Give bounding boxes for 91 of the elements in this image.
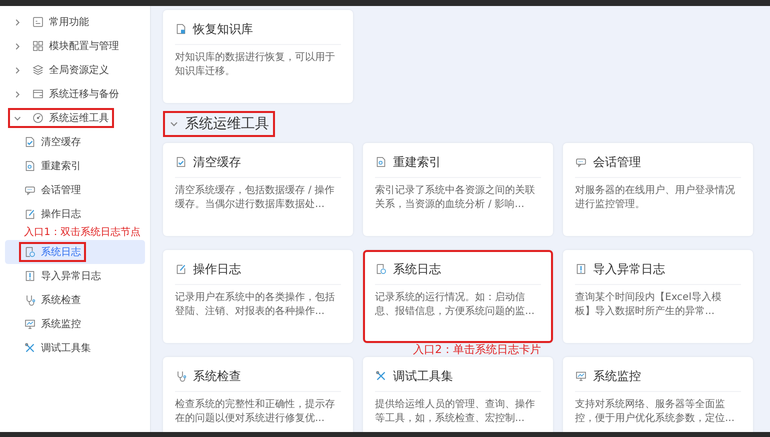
card-title: 系统日志 — [393, 260, 441, 278]
tool-card[interactable]: 系统监控 支持对系统网络、服务器等全面监控，便于用户优化系统参数，定位... — [563, 357, 753, 432]
tool-card[interactable]: 清空缓存 清空系统缓存，包括数据缓存 / 操作缓存。当偶尔进行数据库数据处... — [163, 143, 353, 236]
card-title: 操作日志 — [193, 260, 241, 278]
document-clock-icon — [375, 263, 387, 275]
card-title: 导入异常日志 — [593, 260, 665, 278]
item-label: 操作日志 — [41, 208, 81, 221]
sidebar-item[interactable]: 系统迁移与备份 — [5, 82, 145, 106]
sidebar-item[interactable]: 重建索引 — [5, 154, 145, 178]
card-title: 调试工具集 — [393, 368, 453, 384]
edit-icon — [24, 208, 36, 220]
tools-icon — [24, 342, 36, 354]
item-label: 系统运维工具 — [49, 112, 109, 125]
item-label: 常用功能 — [49, 16, 89, 29]
card-description: 清空系统缓存，包括数据缓存 / 操作缓存。当偶尔进行数据库数据处... — [175, 184, 336, 212]
section-header[interactable]: 系统运维工具 — [163, 111, 275, 137]
item-label: 调试工具集 — [41, 342, 91, 355]
sidebar-item[interactable]: 模块配置与管理 — [5, 34, 145, 58]
sidebar-item[interactable]: 导入异常日志 — [5, 264, 145, 288]
tool-card[interactable]: 系统检查 检查系统的完整性和正确性，提示存在的问题以便对系统进行修复优... — [163, 357, 353, 432]
sidebar-item[interactable]: 调试工具集 — [5, 336, 145, 360]
item-label: 清空缓存 — [41, 136, 81, 149]
sidebar-item[interactable]: 常用功能 — [5, 10, 145, 34]
card-title: 重建索引 — [393, 154, 441, 170]
monitor-icon — [575, 370, 587, 382]
sidebar-item[interactable]: 系统监控 — [5, 312, 145, 336]
sidebar-item[interactable]: 清空缓存 — [5, 130, 145, 154]
chevron-icon[interactable] — [169, 119, 179, 129]
window-icon — [32, 88, 44, 100]
card-title: 系统检查 — [193, 368, 241, 384]
stethoscope-icon — [24, 294, 36, 306]
sidebar-item[interactable]: 操作日志 — [5, 202, 145, 226]
item-label: 重建索引 — [41, 160, 81, 173]
document-clock-icon — [24, 246, 36, 258]
sidebar-item[interactable]: 系统日志 — [5, 240, 145, 264]
grid-icon — [32, 40, 44, 52]
tool-card[interactable]: 调试工具集 提供给运维人员的管理、查询、操作等工具，如，系统检查、宏控制... — [363, 357, 553, 432]
item-label: 全局资源定义 — [49, 64, 109, 77]
layers-icon — [32, 64, 44, 76]
sidebar-item[interactable]: 系统运维工具 — [5, 106, 145, 130]
alert-document-icon — [24, 270, 36, 282]
chevron-icon[interactable] — [13, 90, 22, 98]
document-icon — [175, 23, 187, 35]
tool-card[interactable]: 系统日志 记录系统的运行情况。如：启动信息、报错信息，方便系统问题的监... — [363, 250, 553, 343]
document-search-icon — [24, 160, 36, 172]
card-description: 对服务器的在线用户、用户登录情况进行监控管理。 — [575, 184, 736, 212]
card-description: 提供给运维人员的管理、查询、操作等工具，如，系统检查、宏控制... — [375, 398, 536, 426]
item-label: 会话管理 — [41, 184, 81, 197]
item-label: 系统日志 — [41, 246, 81, 259]
chat-icon — [575, 156, 587, 168]
card-description: 支持对系统网络、服务器等全面监控，便于用户优化系统参数，定位... — [575, 398, 736, 426]
card-description: 检查系统的完整性和正确性，提示存在的问题以便对系统进行修复优... — [175, 398, 336, 426]
checked-document-icon — [24, 136, 36, 148]
list-box-icon — [32, 16, 44, 28]
item-label: 系统检查 — [41, 294, 81, 307]
edit-icon — [175, 263, 187, 275]
monitor-icon — [24, 318, 36, 330]
stethoscope-icon — [175, 370, 187, 382]
gauge-icon — [32, 112, 44, 124]
tool-card[interactable]: 导入异常日志 查询某个时间段内【Excel导入模板】导入数据时所产生的异常... — [563, 250, 753, 343]
chevron-icon[interactable] — [13, 42, 22, 50]
document-search-icon — [375, 156, 387, 168]
alert-document-icon — [575, 263, 587, 275]
card-description: 索引记录了系统中各资源之间的关联关系，当资源的血统分析 / 影响... — [375, 184, 536, 212]
item-label: 系统迁移与备份 — [49, 88, 119, 101]
checked-document-icon — [175, 156, 187, 168]
item-label: 导入异常日志 — [41, 270, 101, 283]
card-title: 会话管理 — [593, 154, 641, 170]
chevron-icon[interactable] — [13, 66, 22, 74]
tool-card[interactable]: 恢复知识库 对知识库的数据进行恢复，可以用于知识库迁移。 — [163, 10, 353, 103]
card-description: 查询某个时间段内【Excel导入模板】导入数据时所产生的异常... — [575, 291, 722, 319]
card-title: 系统监控 — [593, 368, 641, 384]
card-title: 恢复知识库 — [193, 20, 253, 38]
sidebar-item[interactable]: 系统检查 — [5, 288, 145, 312]
item-label: 模块配置与管理 — [49, 40, 119, 53]
card-description: 记录系统的运行情况。如：启动信息、报错信息，方便系统问题的监... — [375, 291, 536, 319]
card-title: 清空缓存 — [193, 154, 241, 170]
tool-card[interactable]: 重建索引 索引记录了系统中各资源之间的关联关系，当资源的血统分析 / 影响... — [363, 143, 553, 236]
tools-icon — [375, 370, 387, 382]
sidebar-item[interactable]: 会话管理 — [5, 178, 145, 202]
card-description: 对知识库的数据进行恢复，可以用于知识库迁移。 — [175, 51, 336, 79]
tool-card[interactable]: 会话管理 对服务器的在线用户、用户登录情况进行监控管理。 — [563, 143, 753, 236]
section-title: 系统运维工具 — [185, 115, 269, 133]
sidebar-item[interactable]: 全局资源定义 — [5, 58, 145, 82]
chat-icon — [24, 184, 36, 196]
card-description: 记录用户在系统中的各类操作，包括登陆、注销、对报表的各种操作... — [175, 291, 336, 319]
annotation-text: 入口2：单击系统日志卡片 — [413, 344, 541, 356]
annotation-text: 入口1：双击系统日志节点 — [23, 226, 142, 240]
chevron-icon[interactable] — [13, 18, 22, 26]
item-label: 系统监控 — [41, 318, 81, 331]
tool-card[interactable]: 操作日志 记录用户在系统中的各类操作，包括登陆、注销、对报表的各种操作... — [163, 250, 353, 343]
